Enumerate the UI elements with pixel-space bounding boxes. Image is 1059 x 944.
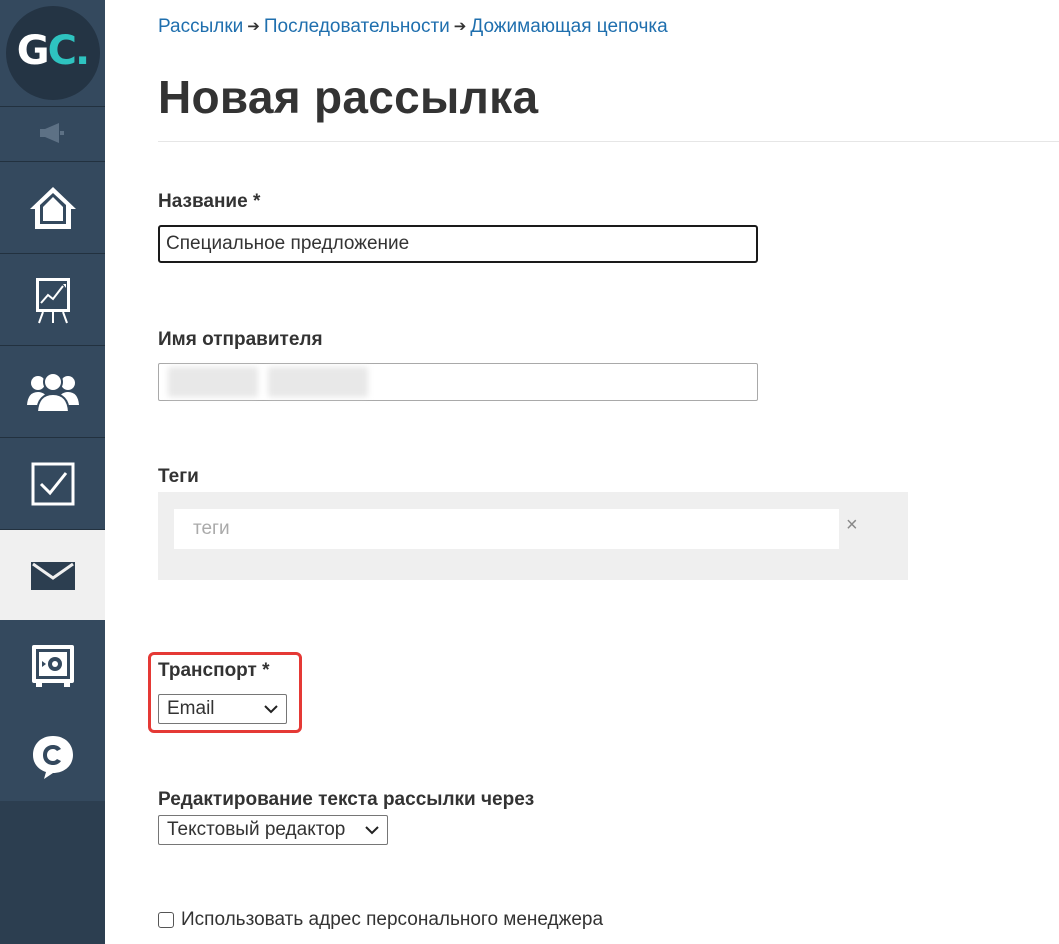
title-divider — [158, 141, 1059, 142]
mail-icon — [30, 561, 76, 591]
manager-address-option[interactable]: Использовать адрес персонального менедже… — [158, 909, 603, 931]
breadcrumb-item-sequences[interactable]: Последовательности — [264, 16, 450, 37]
sender-label: Имя отправителя — [158, 329, 323, 350]
home-icon — [28, 185, 78, 231]
tags-label: Теги — [158, 466, 199, 487]
redacted-text — [168, 367, 258, 397]
editor-select[interactable]: Текстовый редактор — [158, 815, 388, 845]
sidebar-item-users[interactable] — [0, 346, 105, 438]
tags-input[interactable] — [174, 509, 839, 549]
editor-select-value: Текстовый редактор — [167, 819, 346, 840]
sidebar-item-chat[interactable] — [0, 711, 105, 803]
chat-icon — [30, 733, 76, 781]
breadcrumb: Рассылки ➔ Последовательности ➔ Дожимающая ц… — [158, 16, 668, 38]
manager-address-label: Использовать адрес персонального менедже… — [181, 909, 604, 930]
sidebar-item-safe[interactable] — [0, 620, 105, 712]
page-title: Новая рассылка — [158, 71, 539, 123]
chart-board-icon — [33, 275, 73, 325]
speaker-icon — [37, 122, 67, 144]
redacted-text — [268, 367, 368, 397]
highlight-box — [148, 652, 302, 733]
checkbox-icon — [30, 461, 76, 507]
sidebar-item-reports[interactable] — [0, 254, 105, 346]
sidebar-item-mailings[interactable] — [0, 530, 105, 622]
logo[interactable]: GC. — [0, 0, 105, 107]
breadcrumb-arrow-icon: ➔ — [247, 18, 260, 35]
name-label: Название * — [158, 191, 261, 212]
name-input[interactable] — [158, 225, 758, 263]
editor-label: Редактирование текста рассылки через — [158, 789, 535, 810]
sidebar: GC. — [0, 0, 105, 944]
tags-clear-icon[interactable]: × — [846, 514, 858, 537]
logo-text-main: G — [16, 28, 50, 74]
logo-text-accent: C. — [47, 28, 91, 74]
manager-address-checkbox[interactable] — [158, 912, 174, 928]
users-icon — [26, 371, 80, 413]
sidebar-item-announcements[interactable] — [0, 107, 105, 162]
breadcrumb-arrow-icon: ➔ — [453, 18, 467, 35]
breadcrumb-item-mailings[interactable]: Рассылки — [158, 16, 243, 37]
sidebar-item-home[interactable] — [0, 162, 105, 254]
safe-icon — [30, 643, 76, 689]
sidebar-item-tasks[interactable] — [0, 438, 105, 530]
breadcrumb-item-chain[interactable]: Дожимающая цепочка — [470, 16, 667, 37]
chevron-down-icon — [365, 819, 379, 841]
